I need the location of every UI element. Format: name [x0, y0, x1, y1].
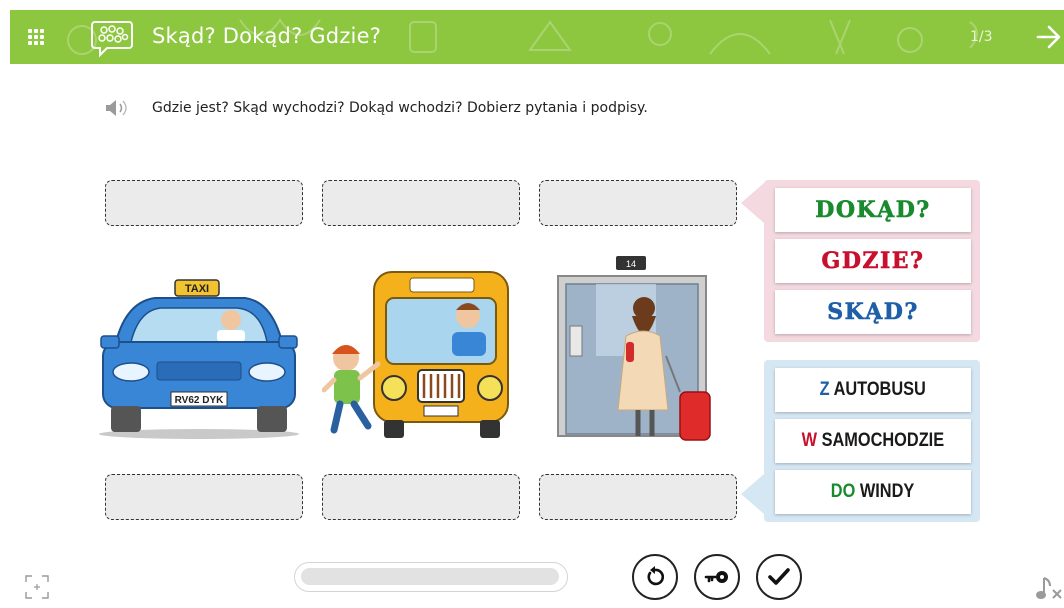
drop-slot-bottom-1[interactable]	[105, 474, 303, 520]
drop-slot-top-1[interactable]	[105, 180, 303, 226]
reset-icon	[647, 566, 665, 586]
question-card-gdzie[interactable]: GDZIE?	[775, 239, 971, 283]
page-title: Skąd? Dokąd? Gdzie?	[152, 24, 382, 48]
taxi-image: TAXI RV62 DYK	[99, 279, 299, 439]
header-bar: Skąd? Dokąd? Gdzie? 1/3	[10, 10, 1064, 64]
fullscreen-icon[interactable]	[24, 574, 50, 600]
answer-prefix: W	[801, 430, 818, 451]
instruction-text: Gdzie jest? Skąd wychodzi? Dokąd wchodzi…	[152, 100, 648, 116]
bus-with-boy-image	[322, 271, 509, 438]
music-mute-icon[interactable]	[1034, 574, 1064, 602]
arrow-right-icon[interactable]	[1036, 23, 1062, 51]
check-icon	[768, 568, 790, 585]
svg-text:TAXI: TAXI	[185, 283, 209, 295]
answer-card-z-autobusu[interactable]: Z AUTOBUSU	[775, 368, 971, 412]
menu-grid-icon[interactable]	[26, 27, 46, 47]
answer-prefix: Z	[819, 379, 830, 400]
drop-slot-bottom-3[interactable]	[539, 474, 737, 520]
show-answers-button[interactable]	[694, 554, 740, 600]
answer-rest: AUTOBUSU	[829, 379, 927, 400]
progress-bar	[294, 562, 568, 592]
drop-slot-top-3[interactable]	[539, 180, 737, 226]
svg-text:14: 14	[626, 259, 636, 269]
key-icon	[704, 571, 728, 583]
svg-text:RV62 DYK: RV62 DYK	[175, 395, 225, 406]
drop-slot-bottom-2[interactable]	[322, 474, 520, 520]
answer-rest: WINDY	[855, 481, 915, 502]
reset-button[interactable]	[632, 554, 678, 600]
elevator-image: 14	[557, 256, 711, 441]
progress-track	[301, 568, 559, 585]
speech-bubble-icon	[91, 21, 133, 58]
questions-panel-pointer	[741, 183, 764, 223]
answer-rest: SAMOCHODZIE	[817, 430, 945, 451]
answers-panel-pointer	[741, 474, 764, 514]
answer-card-w-samochodzie[interactable]: W SAMOCHODZIE	[775, 419, 971, 463]
drop-slot-top-2[interactable]	[322, 180, 520, 226]
page-counter: 1/3	[970, 29, 993, 45]
check-button[interactable]	[756, 554, 802, 600]
question-card-dokad[interactable]: DOKĄD?	[775, 188, 971, 232]
answer-card-do-windy[interactable]: DO WINDY	[775, 470, 971, 514]
answer-prefix: DO	[831, 481, 856, 502]
question-card-skad[interactable]: SKĄD?	[775, 290, 971, 334]
speaker-icon[interactable]	[104, 98, 130, 118]
